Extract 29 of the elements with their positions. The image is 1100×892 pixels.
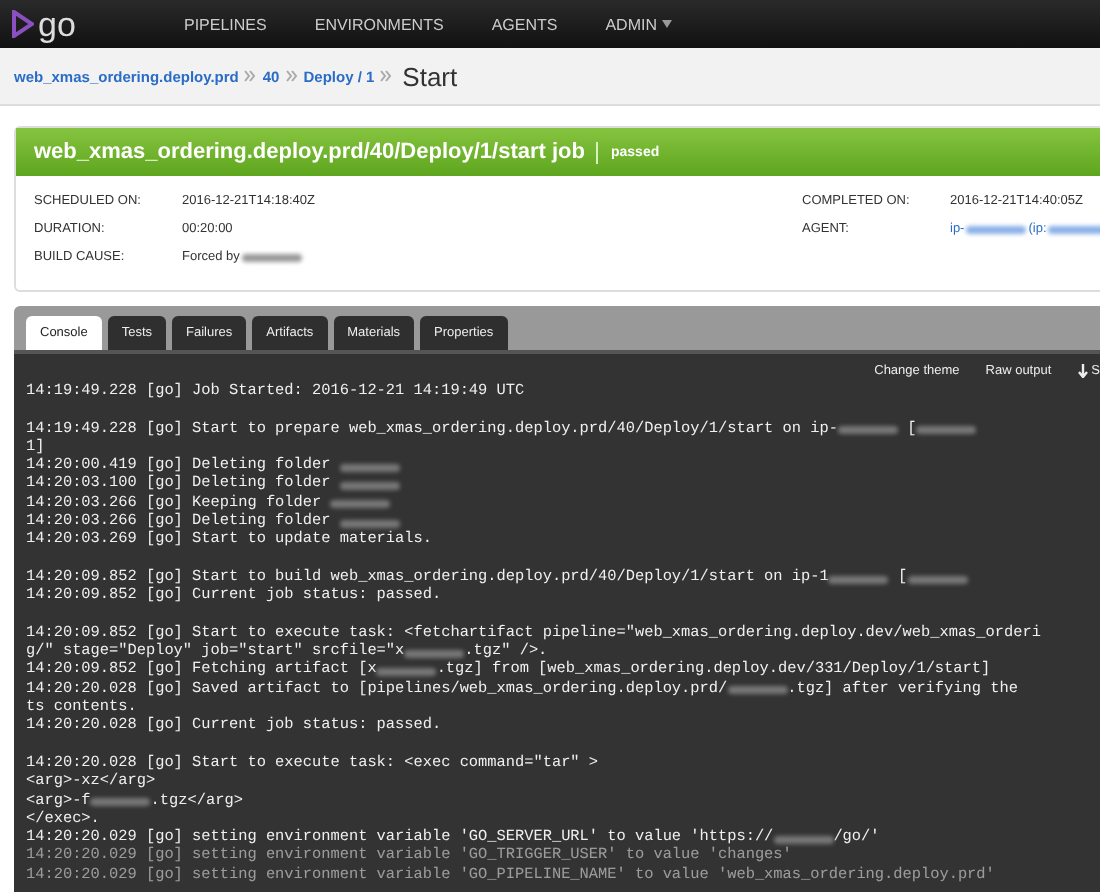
blurred-text xyxy=(404,649,465,658)
blurred-text xyxy=(339,482,400,491)
nav-link[interactable]: AGENTS xyxy=(491,15,558,33)
blurred-text xyxy=(907,575,968,584)
nav-link[interactable]: PIPELINES xyxy=(184,15,267,33)
blurred-text xyxy=(727,686,788,695)
job-title: web_xmas_ordering.deploy.prd/40/Deploy/1/start job xyxy=(34,140,585,164)
blurred-text xyxy=(330,500,391,509)
chevron-icon xyxy=(244,70,257,82)
page-title: Start xyxy=(402,61,458,91)
blurred-text xyxy=(966,226,1027,234)
blurred-text xyxy=(339,519,400,528)
blurred-text xyxy=(916,426,977,435)
caret-icon xyxy=(661,20,671,28)
blurred-text xyxy=(339,463,400,472)
down-arrow-icon xyxy=(1077,364,1088,378)
blurred-text xyxy=(1048,226,1100,234)
blurred-text xyxy=(376,668,437,677)
play-triangle-icon xyxy=(12,10,34,38)
logo-text: go xyxy=(38,7,76,41)
blurred-text xyxy=(241,254,302,262)
nav-link[interactable]: ADMIN xyxy=(605,15,671,33)
blurred-text xyxy=(837,426,898,435)
blurred-text xyxy=(90,798,151,807)
blurred-text xyxy=(828,575,889,584)
chevron-icon xyxy=(380,70,393,82)
chevron-icon xyxy=(285,70,298,82)
nav-link[interactable]: ENVIRONMENTS xyxy=(314,15,444,33)
blurred-text xyxy=(773,835,834,844)
